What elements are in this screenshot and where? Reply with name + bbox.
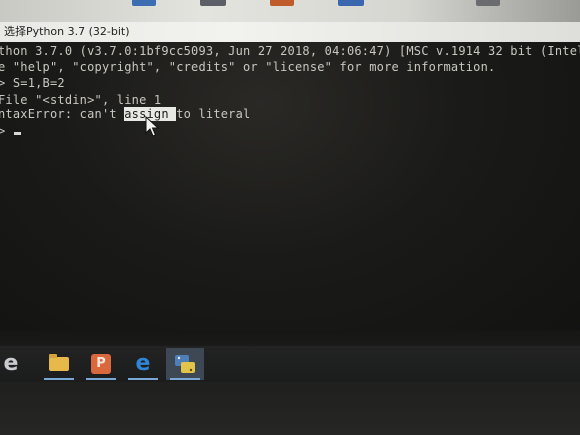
console-line-input: > S=1,B=2 — [0, 76, 65, 90]
peek-icon-5 — [476, 0, 500, 6]
running-indicator — [44, 378, 74, 380]
console-area[interactable]: thon 3.7.0 (v3.7.0:1bf9cc5093, Jun 27 20… — [0, 42, 580, 348]
edge-icon: e — [135, 351, 151, 376]
console-line-prompt: > — [0, 124, 6, 138]
error-suffix: to literal — [176, 107, 251, 121]
taskbar-python[interactable] — [166, 348, 204, 380]
peek-icon-4 — [338, 0, 364, 6]
peek-icon-1 — [132, 0, 156, 6]
powerpoint-icon: P — [91, 354, 111, 374]
error-prefix: ntaxError: can't — [0, 107, 125, 121]
taskbar: e P e — [0, 346, 580, 382]
mouse-pointer-icon — [145, 116, 160, 137]
screen-photo: 选择Python 3.7 (32-bit) thon 3.7.0 (v3.7.0… — [0, 0, 580, 435]
taskbar-file-explorer[interactable] — [40, 348, 78, 380]
console-line-version: thon 3.7.0 (v3.7.0:1bf9cc5093, Jun 27 20… — [0, 44, 580, 58]
taskbar-ie[interactable]: e — [0, 348, 30, 380]
python-icon — [175, 355, 195, 373]
folder-icon — [49, 354, 69, 371]
window-titlebar[interactable]: 选择Python 3.7 (32-bit) — [0, 22, 580, 42]
console-line-error: ntaxError: can't assign to literal — [0, 107, 250, 121]
window-title: 选择Python 3.7 (32-bit) — [4, 25, 130, 38]
running-indicator — [86, 378, 116, 380]
taskbar-powerpoint[interactable]: P — [82, 348, 120, 380]
peek-icon-3 — [270, 0, 294, 6]
peek-icon-2 — [200, 0, 226, 6]
top-strip — [0, 0, 580, 22]
running-indicator — [170, 378, 200, 380]
ie-icon: e — [3, 351, 19, 376]
console-line-help: e "help", "copyright", "credits" or "lic… — [0, 60, 496, 74]
text-cursor — [14, 132, 21, 135]
console-line-traceback: File "<stdin>", line 1 — [0, 93, 162, 107]
running-indicator — [128, 378, 158, 380]
taskbar-edge[interactable]: e — [124, 348, 162, 380]
